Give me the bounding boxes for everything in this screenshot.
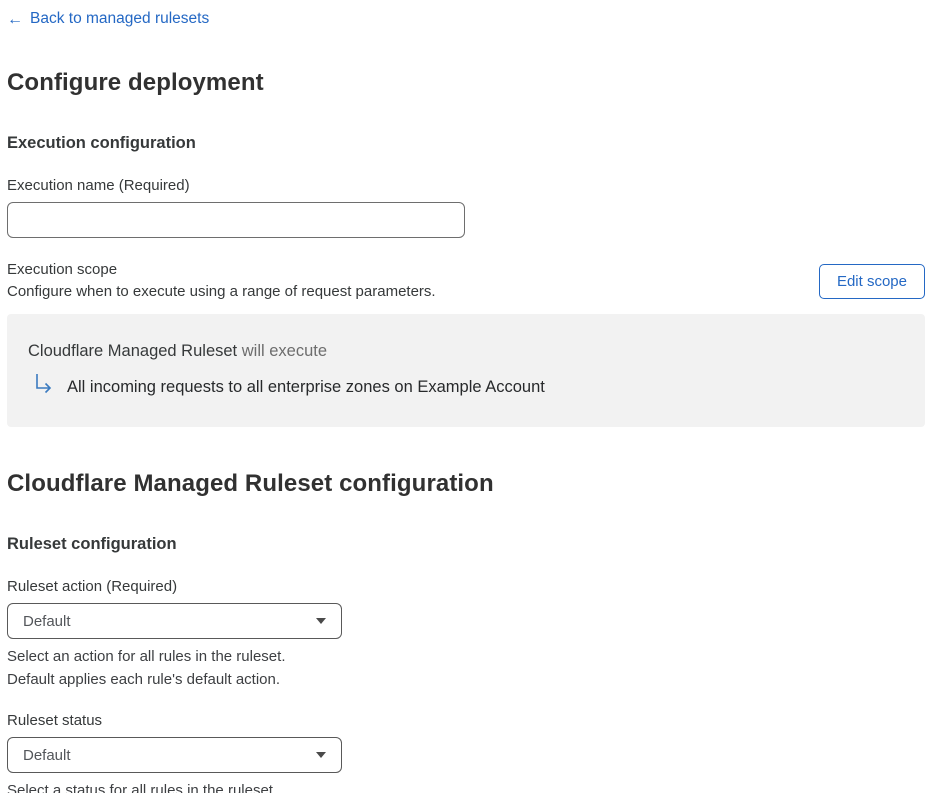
ruleset-configuration-title: Cloudflare Managed Ruleset configuration	[7, 470, 494, 497]
execution-scope-summary-panel: Cloudflare Managed Ruleset will execute …	[7, 314, 925, 427]
execution-scope-description: Configure when to execute using a range …	[7, 283, 436, 300]
ruleset-status-label: Ruleset status	[7, 712, 103, 729]
ruleset-action-help-line2: Default applies each rule's default acti…	[7, 671, 281, 688]
caret-down-icon	[316, 618, 326, 624]
ruleset-status-help: Select a status for all rules in the rul…	[7, 782, 278, 793]
ruleset-action-label: Ruleset action (Required)	[7, 578, 178, 595]
back-to-managed-rulesets-link[interactable]: ← Back to managed rulesets	[7, 10, 209, 28]
ruleset-configuration-subheading: Ruleset configuration	[7, 535, 177, 553]
configure-deployment-page: ← Back to managed rulesets Configure dep…	[0, 0, 931, 793]
execution-scope-row: Execution scope Configure when to execut…	[7, 260, 925, 302]
edit-scope-button[interactable]: Edit scope	[818, 263, 925, 299]
corner-down-right-arrow-icon	[33, 373, 55, 402]
page-title: Configure deployment	[7, 69, 264, 96]
ruleset-action-help-line1: Select an action for all rules in the ru…	[7, 648, 286, 665]
ruleset-action-select[interactable]: Default	[7, 603, 342, 639]
ruleset-action-selected-value: Default	[23, 612, 71, 630]
back-link-label: Back to managed rulesets	[30, 10, 210, 27]
execution-configuration-heading: Execution configuration	[7, 134, 196, 152]
scope-summary-value: All incoming requests to all enterprise …	[67, 378, 545, 396]
back-arrow-icon: ←	[7, 11, 23, 28]
scope-summary-line: Cloudflare Managed Ruleset will execute	[28, 341, 905, 362]
execution-name-label: Execution name (Required)	[7, 177, 190, 194]
scope-summary-ruleset-name: Cloudflare Managed Ruleset	[28, 342, 238, 360]
caret-down-icon	[316, 752, 326, 758]
execution-scope-text: Execution scope Configure when to execut…	[7, 260, 436, 302]
ruleset-status-selected-value: Default	[23, 746, 71, 764]
execution-scope-label: Execution scope	[7, 261, 118, 278]
execution-name-input[interactable]	[7, 202, 465, 238]
ruleset-action-help: Select an action for all rules in the ru…	[7, 645, 925, 691]
scope-summary-will-execute: will execute	[241, 342, 328, 360]
ruleset-status-select[interactable]: Default	[7, 737, 342, 773]
scope-summary-value-row: All incoming requests to all enterprise …	[28, 373, 905, 402]
